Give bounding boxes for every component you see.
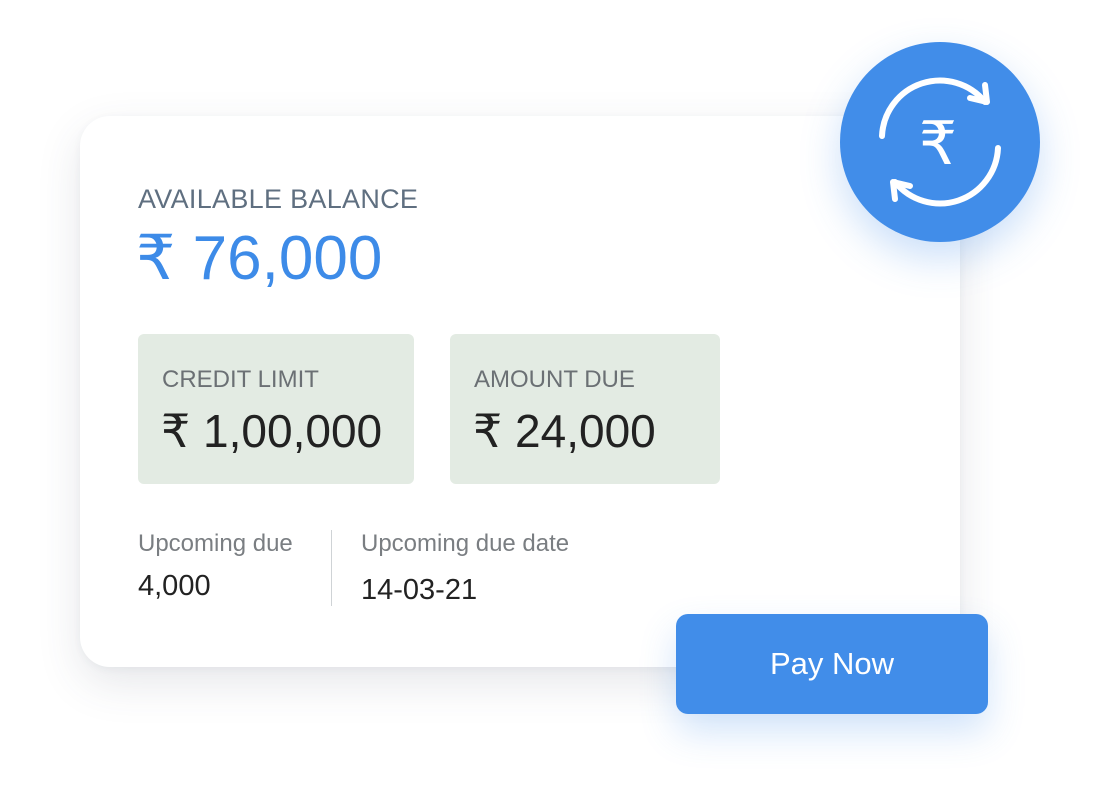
upcoming-due-date-value: 14-03-21: [361, 574, 478, 606]
available-balance-label: AVAILABLE BALANCE: [138, 184, 419, 214]
credit-limit-value: ₹ 1,00,000: [161, 405, 383, 457]
available-balance-value: ₹ 76,000: [136, 224, 383, 293]
upcoming-due: Upcoming due 4,000: [138, 530, 293, 603]
divider: [331, 530, 332, 606]
rupee-refresh-icon: ₹: [840, 42, 1040, 242]
rupee-glyph: ₹: [919, 109, 957, 179]
amount-due-label: AMOUNT DUE: [474, 366, 635, 393]
credit-limit-label: CREDIT LIMIT: [162, 366, 319, 393]
pay-now-button[interactable]: Pay Now: [676, 614, 988, 714]
upcoming-due-date: Upcoming due date 14-03-21: [361, 530, 569, 607]
amount-due-box: AMOUNT DUE ₹ 24,000: [450, 334, 720, 484]
upcoming-due-label: Upcoming due: [138, 530, 293, 557]
credit-limit-box: CREDIT LIMIT ₹ 1,00,000: [138, 334, 414, 484]
credit-widget: AVAILABLE BALANCE ₹ 76,000 CREDIT LIMIT …: [0, 0, 1120, 793]
upcoming-due-value: 4,000: [138, 570, 211, 602]
balance-card: AVAILABLE BALANCE ₹ 76,000 CREDIT LIMIT …: [80, 116, 960, 667]
amount-due-value: ₹ 24,000: [473, 405, 656, 457]
upcoming-due-date-label: Upcoming due date: [361, 530, 570, 557]
